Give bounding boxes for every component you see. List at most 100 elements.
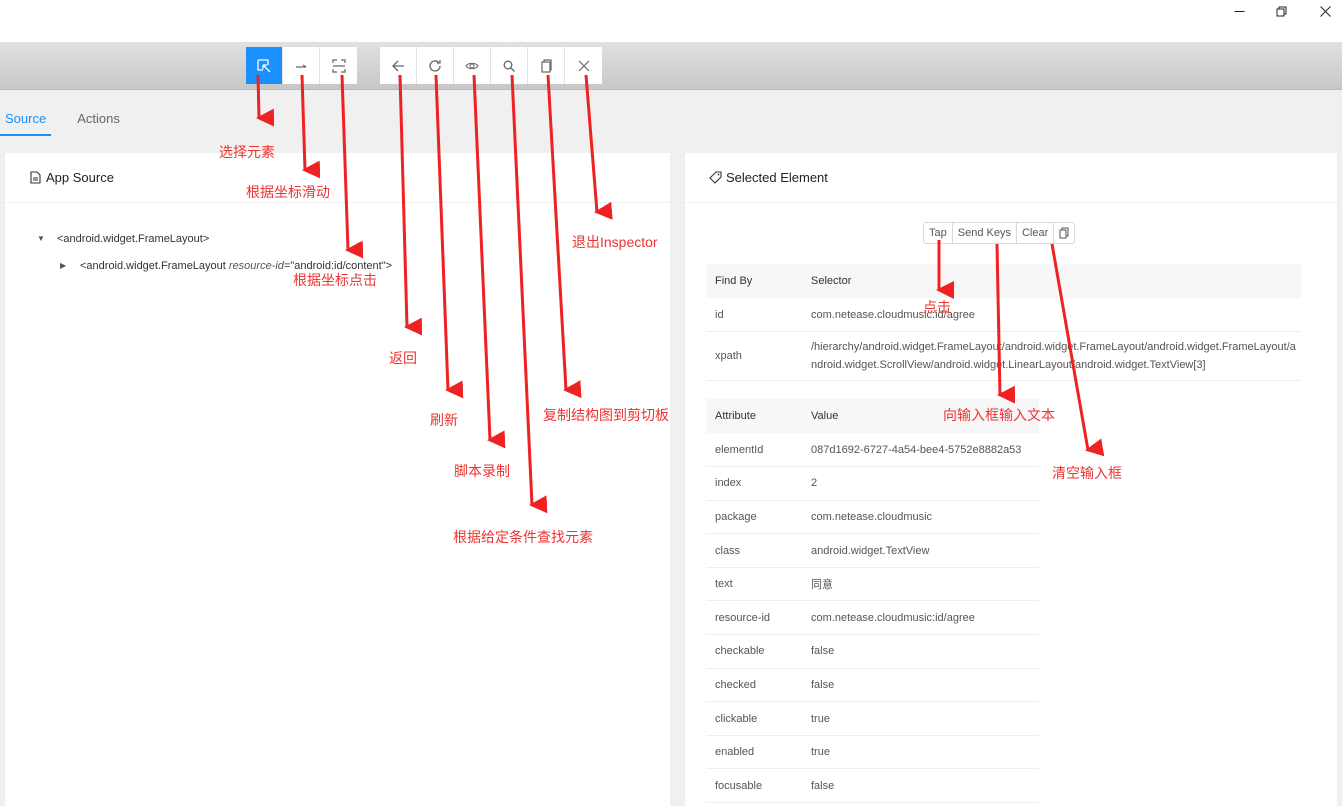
table-row: xpath /hierarchy/android.widget.FrameLay… [706,331,1301,382]
record-button[interactable] [454,47,491,84]
minimize-icon [1234,10,1244,12]
table-row: class android.widget.TextView [706,533,1039,568]
table-row: text 同意 [706,567,1039,602]
tab-source[interactable]: Source [0,100,52,136]
app-source-title: App Source [46,170,114,185]
tap-by-coordinates-button[interactable] [320,47,357,84]
attribute-name-cell: checkable [706,634,802,669]
restore-icon [1276,6,1286,16]
caret-down-icon[interactable]: ▼ [37,234,45,243]
swipe-button[interactable] [283,47,320,84]
attribute-value-cell[interactable]: com.netease.cloudmusic [802,500,1039,535]
selector-cell[interactable]: com.netease.cloudmusic:id/agree [802,298,1301,333]
table-row: clickable true [706,701,1039,736]
attribute-value-cell[interactable]: false [802,634,1039,669]
minimize-button[interactable] [1216,0,1262,22]
search-button[interactable] [491,47,528,84]
restore-button[interactable] [1258,0,1304,22]
table-row: index 2 [706,466,1039,501]
app-source-header: App Source [5,153,670,203]
selected-element-panel: Selected Element Tap Send Keys Clear Fin… [685,153,1337,806]
copy-attributes-button[interactable] [1054,223,1074,243]
close-icon [1319,5,1331,17]
table-row: enabled true [706,735,1039,770]
annotation-copy: 复制结构图到剪切板 [543,407,669,423]
attribute-value-cell[interactable]: 2 [802,466,1039,501]
attribute-value-cell[interactable]: false [802,668,1039,703]
annotation-back: 返回 [389,350,417,366]
refresh-icon [429,59,441,72]
source-tree: ▼ <android.widget.FrameLayout> ▶ <androi… [5,203,670,279]
findby-cell: id [706,298,802,333]
table-row: elementId 087d1692-6727-4a54-bee4-5752e88… [706,433,1039,468]
attribute-value-cell[interactable]: android.widget.TextView [802,533,1039,568]
table-row: id com.netease.cloudmusic:id/agree [706,298,1301,333]
selector-header: Selector [802,264,1301,298]
annotation-select-element: 选择元素 [219,144,275,160]
annotation-record: 脚本录制 [454,463,510,479]
table-row: checkable false [706,634,1039,669]
attribute-name-cell: focusable [706,768,802,804]
tag-icon [709,171,722,184]
attribute-value-cell[interactable]: true [802,701,1039,736]
inspector-toolbar [0,42,1342,90]
back-arrow-icon [392,60,404,71]
attribute-value-cell[interactable]: false [802,768,1039,804]
session-actions-group [380,47,602,84]
annotation-tap-coords: 根据坐标点击 [293,272,377,288]
refresh-button[interactable] [417,47,454,84]
copy-source-button[interactable] [528,47,565,84]
attribute-value-cell[interactable]: com.netease.cloudmusic:id/agree [802,600,1039,636]
back-button[interactable] [380,47,417,84]
send-keys-button[interactable]: Send Keys [953,223,1017,243]
close-window-button[interactable] [1302,0,1342,22]
annotation-refresh: 刷新 [430,412,458,428]
annotation-tap: 点击 [923,299,951,315]
findby-cell: xpath [706,331,802,382]
copy-icon [1059,227,1069,239]
swipe-icon [296,64,307,68]
attributes-table: Attribute Value elementId 087d1692-6727-4… [706,399,1039,804]
attribute-header: Attribute [706,399,802,433]
attribute-name-cell: class [706,533,802,568]
attribute-name-cell: resource-id [706,600,802,636]
table-row: resource-id com.netease.cloudmusic:id/agr… [706,600,1039,636]
tap-button[interactable]: Tap [924,223,953,243]
selector-cell[interactable]: /hierarchy/android.widget.FrameLayout/an… [802,331,1301,382]
attribute-name-cell: index [706,466,802,501]
attribute-name-cell: package [706,500,802,535]
annotation-send-keys: 向输入框输入文本 [943,407,1055,423]
tab-bar: Source Actions [0,100,146,140]
findby-header: Find By [706,264,802,298]
tab-actions[interactable]: Actions [72,100,125,136]
select-element-icon [257,58,271,72]
table-row: package com.netease.cloudmusic [706,500,1039,535]
file-icon [30,171,41,184]
selected-element-header: Selected Element [685,153,1337,203]
annotation-swipe: 根据坐标滑动 [246,184,330,200]
table-row: checked false [706,668,1039,703]
screenshot-interaction-group [246,47,357,84]
caret-right-icon[interactable]: ▶ [60,261,68,270]
quit-session-button[interactable] [565,47,602,84]
annotation-quit: 退出Inspector [572,234,658,250]
annotation-search: 根据给定条件查找元素 [453,529,593,545]
clear-button[interactable]: Clear [1017,223,1055,243]
eye-icon [465,62,479,69]
selected-element-title: Selected Element [726,170,828,185]
attribute-name-cell: enabled [706,735,802,770]
tree-node-label[interactable]: <android.widget.FrameLayout> [57,233,209,245]
select-element-button[interactable] [246,47,283,84]
attribute-name-cell: checked [706,668,802,703]
title-bar [0,0,1342,42]
search-icon [503,60,515,72]
attribute-value-cell[interactable]: 087d1692-6727-4a54-bee4-5752e8882a53 [802,433,1039,468]
attribute-value-cell[interactable]: 同意 [802,567,1039,602]
app-source-panel: App Source ▼ <android.widget.FrameLayout… [5,153,670,806]
table-row: focusable false [706,768,1039,804]
close-icon [578,60,589,71]
copy-icon [541,58,552,73]
annotation-clear: 清空输入框 [1052,465,1122,481]
attribute-name-cell: text [706,567,802,602]
attribute-value-cell[interactable]: true [802,735,1039,770]
